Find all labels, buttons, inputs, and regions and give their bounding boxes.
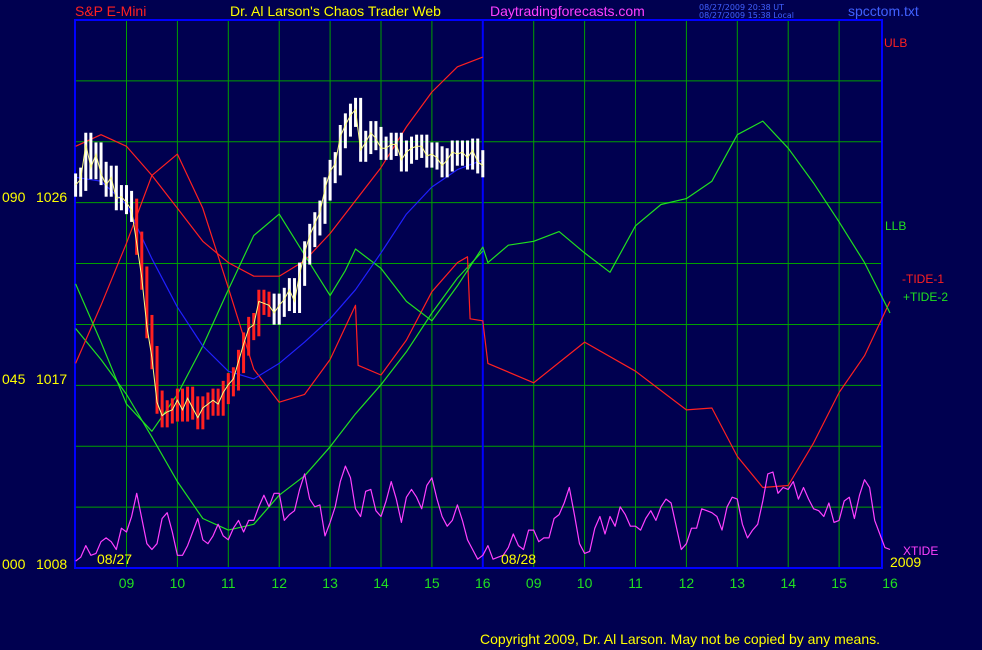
label-tide-2: +TIDE-2	[903, 290, 949, 304]
y-label-tide-090: 090	[2, 189, 26, 205]
x-tick-label: 10	[170, 575, 186, 591]
x-tick-label: 09	[526, 575, 542, 591]
label-llb: LLB	[885, 219, 907, 233]
site-link[interactable]: Daytradingforecasts.com	[490, 3, 645, 19]
author-title: Dr. Al Larson's Chaos Trader Web	[230, 3, 441, 19]
x-tick-label: 13	[730, 575, 746, 591]
chart: 09 10 11 12 13 14 15 16 09 10 11 12 13 14 15 16	[74, 19, 898, 591]
x-tick-label: 10	[577, 575, 593, 591]
x-tick-label: 13	[322, 575, 338, 591]
x-tick-label: 15	[831, 575, 847, 591]
copyright-notice: Copyright 2009, Dr. Al Larson. May not b…	[480, 631, 881, 647]
x-tick-label: 16	[475, 575, 491, 591]
y-label-price-1017: 1017	[36, 371, 68, 387]
x-tick-label: 11	[628, 575, 643, 591]
gridlines: 09 10 11 12 13 14 15 16 09 10 11 12 13 14 15 16	[75, 20, 898, 591]
date-label-0828: 08/28	[501, 551, 537, 567]
y-label-price-1026: 1026	[36, 189, 68, 205]
symbol-title: S&P E-Mini	[75, 3, 147, 19]
file-name: spcctom.txt	[848, 3, 919, 19]
x-tick-label: 12	[679, 575, 695, 591]
label-tide-1: -TIDE-1	[902, 272, 944, 286]
timestamp-local: 08/27/2009 15:38 Local	[699, 11, 794, 20]
date-label-0827: 08/27	[97, 551, 133, 567]
label-ulb: ULB	[884, 36, 908, 50]
x-tick-label: 09	[119, 575, 135, 591]
x-tick-label: 12	[271, 575, 287, 591]
label-xtide: XTIDE	[903, 544, 939, 558]
x-tick-label: 11	[221, 575, 236, 591]
y-label-tide-045: 045	[2, 371, 26, 387]
y-label-tide-000: 000	[2, 556, 26, 572]
x-tick-label: 15	[424, 575, 440, 591]
y-label-price-1008: 1008	[36, 556, 68, 572]
x-tick-label: 14	[780, 575, 796, 591]
x-tick-label: 16	[882, 575, 898, 591]
x-tick-label: 14	[373, 575, 389, 591]
